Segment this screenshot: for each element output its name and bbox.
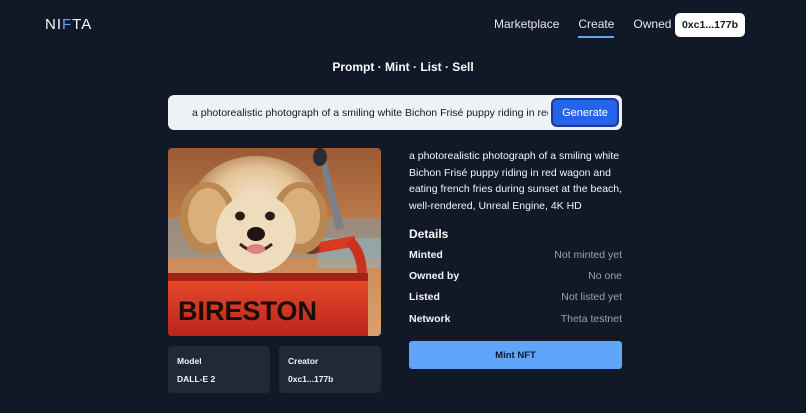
generate-button[interactable]: Generate	[551, 98, 619, 127]
wallet-button[interactable]: 0xc1...177b	[675, 13, 745, 37]
detail-row-owned-by: Owned by No one	[409, 270, 622, 282]
detail-key: Listed	[409, 291, 440, 303]
mint-nft-button[interactable]: Mint NFT	[409, 341, 622, 369]
detail-key: Owned by	[409, 270, 460, 282]
logo-text-2: F	[62, 16, 73, 33]
main-nav: Marketplace Create Owned	[494, 17, 671, 38]
detail-value: Theta testnet	[560, 313, 622, 325]
detail-row-network: Network Theta testnet	[409, 313, 622, 325]
dog-in-wagon-illustration: BIRESTON	[168, 148, 381, 336]
model-label: Model	[177, 356, 202, 366]
generated-image: BIRESTON	[168, 148, 381, 336]
detail-row-listed: Listed Not listed yet	[409, 291, 622, 303]
model-card: Model DALL-E 2	[168, 346, 270, 393]
creator-card: Creator 0xc1...177b	[279, 346, 381, 393]
logo[interactable]: NIFTA	[45, 16, 92, 33]
prompt-input[interactable]	[168, 95, 548, 130]
detail-row-minted: Minted Not minted yet	[409, 249, 622, 261]
page-title: Prompt · Mint · List · Sell	[332, 60, 474, 74]
detail-value: Not minted yet	[554, 249, 622, 261]
logo-text-3: TA	[72, 16, 93, 33]
detail-key: Minted	[409, 249, 443, 261]
creator-value: 0xc1...177b	[288, 374, 334, 384]
detail-value: Not listed yet	[561, 291, 622, 303]
creator-label: Creator	[288, 356, 319, 366]
nav-marketplace[interactable]: Marketplace	[494, 17, 559, 38]
nav-owned[interactable]: Owned	[633, 17, 671, 38]
prompt-bar: Generate	[168, 95, 622, 130]
model-value: DALL-E 2	[177, 374, 216, 384]
detail-value: No one	[588, 270, 622, 282]
details-heading: Details	[409, 227, 449, 241]
nav-create[interactable]: Create	[578, 17, 615, 38]
wagon-label: BIRESTON	[178, 296, 317, 326]
detail-key: Network	[409, 313, 451, 325]
prompt-description: a photorealistic photograph of a smiling…	[409, 150, 623, 212]
logo-text-1: NI	[45, 16, 62, 33]
